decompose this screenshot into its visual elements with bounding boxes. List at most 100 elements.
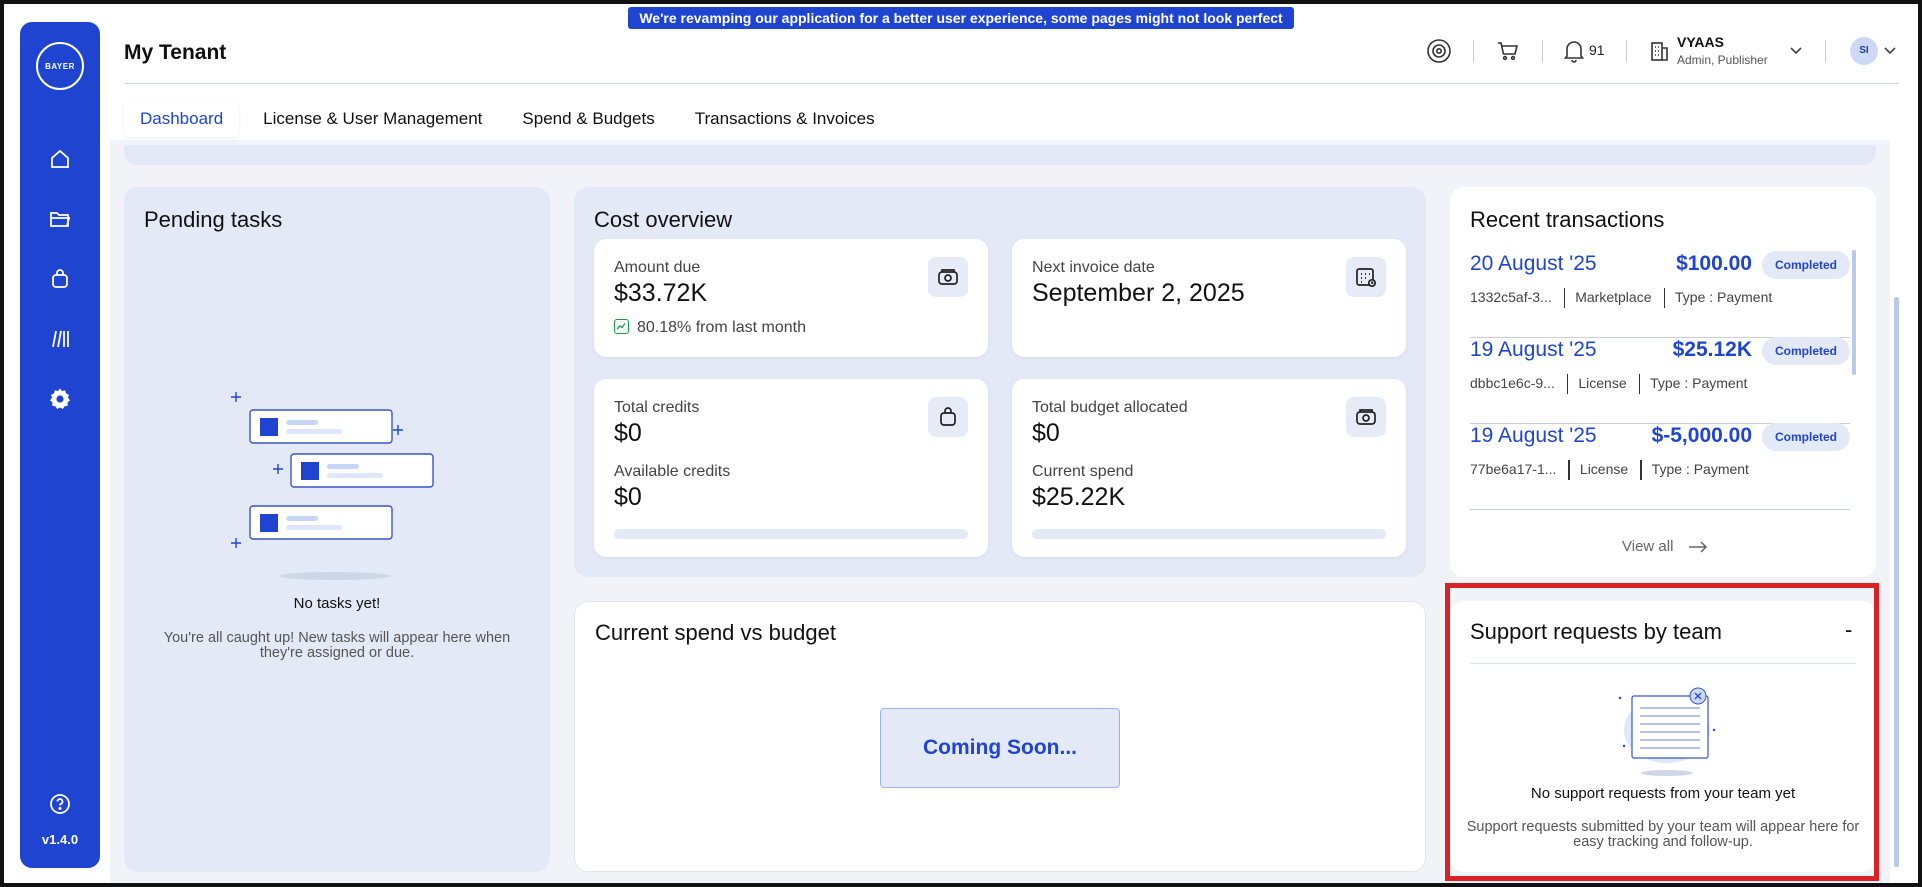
total-credits-value: $0 <box>614 419 642 447</box>
tab-spend-budgets[interactable]: Spend & Budgets <box>506 101 670 137</box>
calendar-icon <box>1346 257 1386 297</box>
trend-text: 80.18% from last month <box>637 319 806 336</box>
revamp-banner: We're revamping our application for a be… <box>628 7 1294 48</box>
no-support-title: No support requests from your team yet <box>1530 785 1796 802</box>
transaction-date: 20 August '25 <box>1470 252 1597 275</box>
user-role: Admin, Publisher <box>1677 53 1768 67</box>
transaction-date: 19 August '25 <box>1470 338 1597 361</box>
support-icon[interactable] <box>1426 38 1452 64</box>
transaction-id: 1332c5af-3... <box>1470 289 1552 305</box>
transaction-amount: $-5,000.00 <box>1651 424 1752 447</box>
tasks-illustration <box>231 392 434 580</box>
transaction-category: Marketplace <box>1575 289 1652 305</box>
app-version: v1.4.0 <box>41 832 79 847</box>
pending-tasks-panel: Pending tasks No tasks yet! You're all c… <box>124 187 550 872</box>
tenant-name[interactable]: VYAAS <box>1677 34 1724 50</box>
library-icon[interactable] <box>48 327 72 351</box>
meta-divider <box>1563 288 1566 308</box>
available-credits-value: $0 <box>614 483 642 511</box>
collapsed-section-strip <box>124 145 1876 165</box>
support-requests-title: Support requests by team <box>1470 619 1722 644</box>
bag-icon <box>928 397 968 437</box>
bayer-logo[interactable]: BAYER <box>36 42 84 90</box>
meta-divider <box>1640 460 1642 480</box>
home-icon[interactable] <box>48 147 72 171</box>
no-tasks-description: You're all caught up! New tasks will app… <box>163 630 511 661</box>
transactions-scrollbar[interactable] <box>1852 250 1856 375</box>
meta-divider <box>1566 374 1569 394</box>
meta-divider <box>1638 374 1641 394</box>
no-tasks-title: No tasks yet! <box>293 595 381 612</box>
meta-divider <box>1568 460 1570 480</box>
amount-due-label: Amount due <box>614 259 701 276</box>
meta-divider <box>1663 288 1665 308</box>
header-divider <box>1542 40 1543 62</box>
tab-license-user-management[interactable]: License & User Management <box>247 101 498 137</box>
building-icon <box>1646 38 1672 64</box>
view-all-link[interactable]: View all <box>1622 538 1708 555</box>
notification-count: 91 <box>1589 42 1605 58</box>
budget-progress-bar <box>1032 529 1386 539</box>
bag-icon[interactable] <box>48 267 72 291</box>
settings-icon[interactable] <box>48 387 72 411</box>
transaction-date: 19 August '25 <box>1470 424 1597 447</box>
header-divider <box>1626 40 1627 62</box>
chevron-down-icon[interactable] <box>1788 42 1804 58</box>
tab-bar: Dashboard License & User Management Spen… <box>124 101 891 137</box>
available-credits-label: Available credits <box>614 463 731 480</box>
next-invoice-value: September 2, 2025 <box>1032 279 1245 307</box>
tab-transactions-invoices[interactable]: Transactions & Invoices <box>679 101 891 137</box>
transaction-id: 77be6a17-1... <box>1470 461 1557 477</box>
transaction-category: License <box>1578 375 1627 391</box>
view-all-label: View all <box>1622 538 1674 555</box>
transaction-type: Type : Payment <box>1650 375 1748 391</box>
transaction-meta: dbbc1e6c-9... License Type : Payment <box>1470 374 1747 394</box>
transaction-type: Type : Payment <box>1675 289 1773 305</box>
credits-progress-bar <box>614 529 968 539</box>
cost-overview-title: Cost overview <box>594 207 733 232</box>
transaction-amount: $25.12K <box>1672 338 1752 361</box>
header-rule <box>124 83 1898 84</box>
sidebar: BAYER v1.4.0 <box>20 22 100 868</box>
transaction-row[interactable]: 20 August '25 $100.00 Completed 1332c5af… <box>1470 251 1850 338</box>
page-title: My Tenant <box>124 41 227 64</box>
trend-up-icon <box>614 319 629 334</box>
money-icon <box>1346 397 1386 437</box>
tab-dashboard[interactable]: Dashboard <box>124 101 240 137</box>
amount-due-trend: 80.18% from last month <box>614 319 806 337</box>
total-budget-value: $0 <box>1032 419 1060 447</box>
cost-overview-panel: Cost overview Amount due $33.72K 80.18% … <box>574 187 1426 577</box>
transaction-row[interactable]: 19 August '25 $25.12K Completed dbbc1e6c… <box>1470 337 1850 424</box>
current-spend-value: $25.22K <box>1032 483 1126 511</box>
header-divider <box>1473 40 1474 62</box>
pending-tasks-title: Pending tasks <box>144 207 283 232</box>
transaction-row[interactable]: 19 August '25 $-5,000.00 Completed 77be6… <box>1470 423 1850 510</box>
recent-transactions-title: Recent transactions <box>1470 207 1665 232</box>
cart-icon[interactable] <box>1495 38 1521 64</box>
coming-soon-placeholder: Coming Soon... <box>880 708 1120 788</box>
total-credits-label: Total credits <box>614 399 700 416</box>
chevron-down-icon[interactable] <box>1882 42 1898 58</box>
money-icon <box>928 257 968 297</box>
transaction-meta: 1332c5af-3... Marketplace Type : Payment <box>1470 288 1772 308</box>
next-invoice-label: Next invoice date <box>1032 259 1155 276</box>
transaction-category: License <box>1579 461 1629 477</box>
help-icon[interactable] <box>48 792 72 816</box>
amount-due-value: $33.72K <box>614 279 708 307</box>
support-divider <box>1470 663 1856 664</box>
avatar[interactable]: SI <box>1850 37 1878 65</box>
page-scrollbar[interactable] <box>1894 297 1899 867</box>
bell-icon[interactable] <box>1561 38 1587 64</box>
transaction-meta: 77be6a17-1... License Type : Payment <box>1470 460 1749 480</box>
transaction-id: dbbc1e6c-9... <box>1470 375 1555 391</box>
transaction-type: Type : Payment <box>1651 461 1749 477</box>
logo-text-horizontal: BAYER <box>45 62 75 71</box>
next-invoice-card: Next invoice date September 2, 2025 <box>1012 239 1406 357</box>
folder-icon[interactable] <box>48 207 72 231</box>
current-spend-label: Current spend <box>1032 463 1134 480</box>
arrow-right-icon <box>1688 541 1707 553</box>
support-illustration <box>1618 687 1716 776</box>
spend-vs-budget-title: Current spend vs budget <box>595 620 836 645</box>
collapse-button[interactable]: - <box>1845 617 1852 643</box>
header-divider <box>1825 40 1826 62</box>
